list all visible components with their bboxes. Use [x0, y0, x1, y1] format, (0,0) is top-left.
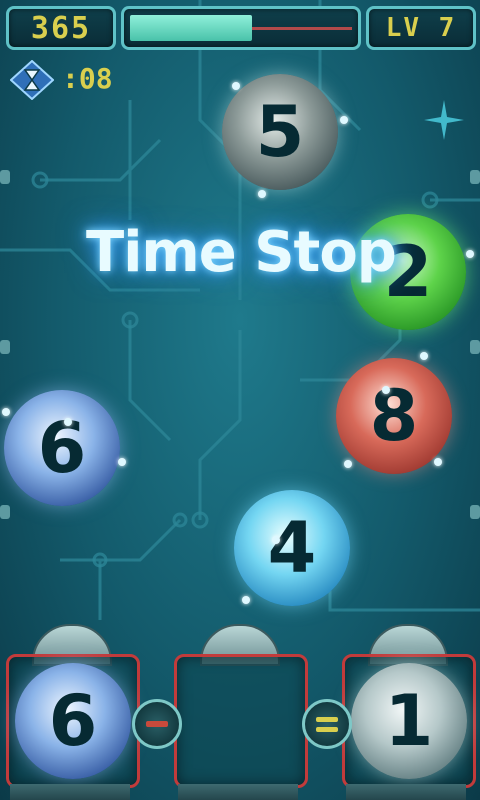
bubble [466, 250, 474, 258]
bubble [340, 116, 348, 124]
side-nub [0, 340, 10, 354]
orb-number: 4 [267, 507, 317, 589]
bubble [232, 82, 240, 90]
progress-bar [121, 6, 361, 50]
bubble [434, 458, 442, 466]
level-display: LV 7 [366, 6, 476, 50]
minus-icon [146, 721, 168, 727]
number-orb[interactable]: 8 [336, 358, 452, 474]
hourglass-icon [10, 60, 54, 100]
operand-slot-1[interactable]: 6 [6, 654, 140, 788]
score-value: 365 [30, 10, 92, 46]
result-slot[interactable]: 1 [342, 654, 476, 788]
timer-value: :08 [62, 62, 113, 95]
bubble [258, 190, 266, 198]
bubble [382, 386, 390, 394]
bubble [64, 418, 72, 426]
side-nub [470, 170, 480, 184]
bubble [118, 458, 126, 466]
progress-bar-track [252, 27, 352, 30]
bubble [344, 460, 352, 468]
number-orb[interactable]: 5 [222, 74, 338, 190]
sparkle-icon [424, 100, 464, 140]
slot-base [178, 784, 298, 800]
equals-icon [316, 716, 338, 732]
progress-bar-fill [130, 15, 252, 41]
orb-number: 1 [384, 680, 434, 762]
bubble [420, 352, 428, 360]
minus-operator[interactable] [132, 699, 182, 749]
bubble [2, 408, 10, 416]
score-display: 365 [6, 6, 116, 50]
bubble [242, 596, 250, 604]
orb-number: 8 [369, 375, 419, 457]
side-nub [470, 505, 480, 519]
slot-base [346, 784, 466, 800]
orb-number: 6 [37, 407, 87, 489]
equals-operator [302, 699, 352, 749]
side-nub [470, 340, 480, 354]
number-orb[interactable]: 1 [351, 663, 467, 779]
side-nub [0, 170, 10, 184]
orb-number: 6 [48, 680, 98, 762]
number-orb[interactable]: 6 [4, 390, 120, 506]
operand-slot-2[interactable] [174, 654, 308, 788]
orb-number: 5 [255, 91, 305, 173]
number-orb[interactable]: 4 [234, 490, 350, 606]
time-stop-banner: Time Stop [86, 220, 397, 285]
level-value: LV 7 [385, 13, 457, 43]
side-nub [0, 505, 10, 519]
bubble [272, 536, 280, 544]
number-orb[interactable]: 6 [15, 663, 131, 779]
slot-base [10, 784, 130, 800]
